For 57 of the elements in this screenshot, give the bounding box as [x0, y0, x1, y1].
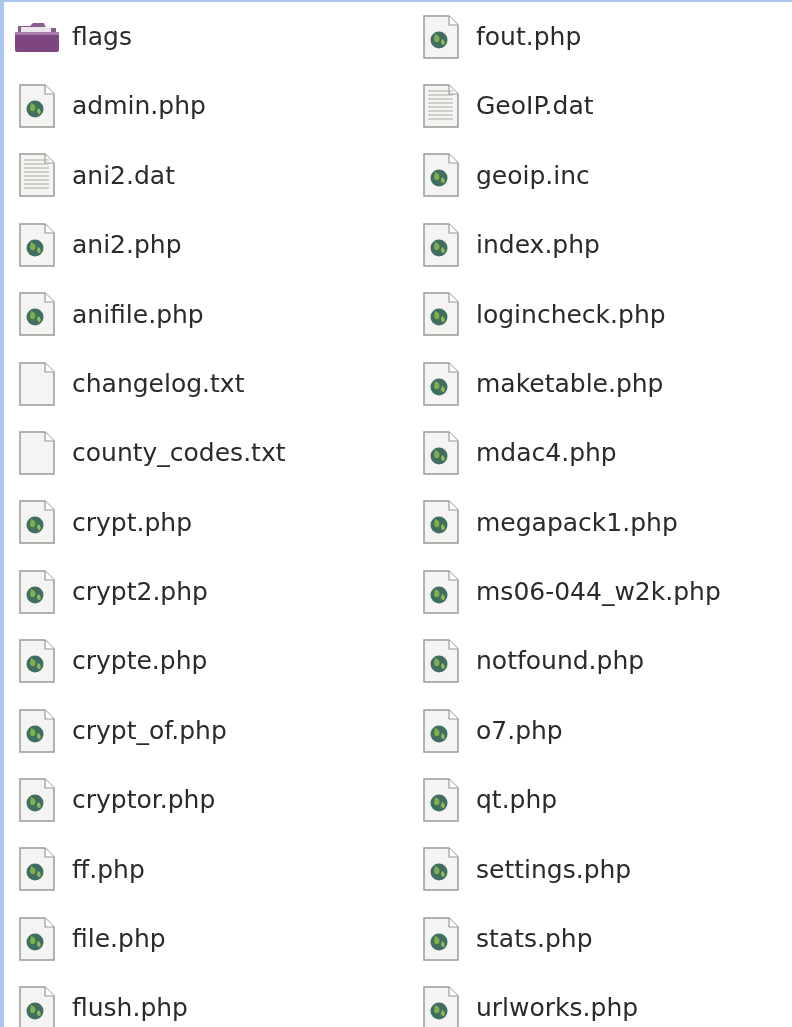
blank-file-icon [18, 430, 56, 477]
file-name[interactable]: settings.php [476, 850, 632, 889]
file-name[interactable]: urlworks.php [476, 989, 639, 1027]
file-name[interactable]: mdac4.php [476, 434, 617, 472]
php-file-icon [18, 499, 56, 546]
file-name[interactable]: changelog.txt [72, 364, 245, 403]
php-file-icon [422, 430, 460, 477]
php-file-icon [18, 83, 56, 130]
php-file-icon [422, 707, 460, 754]
file-name[interactable]: qt.php [476, 781, 558, 819]
file-name[interactable]: ani2.dat [72, 156, 175, 195]
file-name[interactable]: file.php [72, 920, 166, 958]
file-name[interactable]: crypt.php [72, 503, 193, 542]
file-name[interactable]: anifile.php [72, 295, 204, 333]
file-name[interactable]: logincheck.php [476, 295, 666, 333]
file-name[interactable]: megapack1.php [476, 503, 678, 542]
file-name[interactable]: index.php [476, 226, 600, 264]
php-file-icon [422, 13, 460, 60]
php-file-icon [18, 777, 56, 823]
file-name[interactable]: ff.php [72, 850, 145, 889]
file-name[interactable]: cryptor.php [72, 781, 216, 819]
blank-file-icon [18, 360, 56, 407]
file-name[interactable]: GeoIP.dat [476, 87, 594, 125]
file-name[interactable]: crypt2.php [72, 573, 208, 611]
text-file-icon [422, 83, 460, 130]
php-file-icon [18, 291, 56, 338]
php-file-icon [18, 221, 56, 268]
file-name[interactable]: stats.php [476, 920, 593, 958]
php-file-icon [18, 707, 56, 754]
file-name[interactable]: ani2.php [72, 226, 182, 264]
file-name[interactable]: county_codes.txt [72, 434, 286, 472]
php-file-icon [422, 152, 460, 199]
file-name[interactable]: geoip.inc [476, 156, 590, 195]
php-file-icon [422, 568, 460, 615]
file-name[interactable]: admin.php [72, 87, 206, 125]
file-name[interactable]: flags [72, 17, 132, 56]
file-name[interactable]: fout.php [476, 17, 582, 56]
file-name[interactable]: flush.php [72, 989, 188, 1027]
php-file-icon [18, 846, 56, 893]
php-file-icon [18, 915, 56, 962]
text-file-icon [18, 152, 56, 199]
php-file-icon [18, 568, 56, 615]
file-name[interactable]: notfound.php [476, 642, 645, 680]
php-file-icon [422, 221, 460, 268]
file-name[interactable]: crypte.php [72, 642, 208, 680]
php-file-icon [422, 777, 460, 823]
php-file-icon [422, 499, 460, 546]
php-file-icon [422, 915, 460, 962]
php-file-icon [422, 360, 460, 407]
file-name[interactable]: ms06-044_w2k.php [476, 573, 721, 611]
file-name[interactable]: o7.php [476, 711, 563, 750]
php-file-icon [422, 846, 460, 893]
file-name[interactable]: crypt_of.php [72, 711, 227, 750]
file-name[interactable]: maketable.php [476, 364, 664, 403]
php-file-icon [422, 638, 460, 685]
php-file-icon [422, 291, 460, 338]
php-file-icon [18, 638, 56, 685]
